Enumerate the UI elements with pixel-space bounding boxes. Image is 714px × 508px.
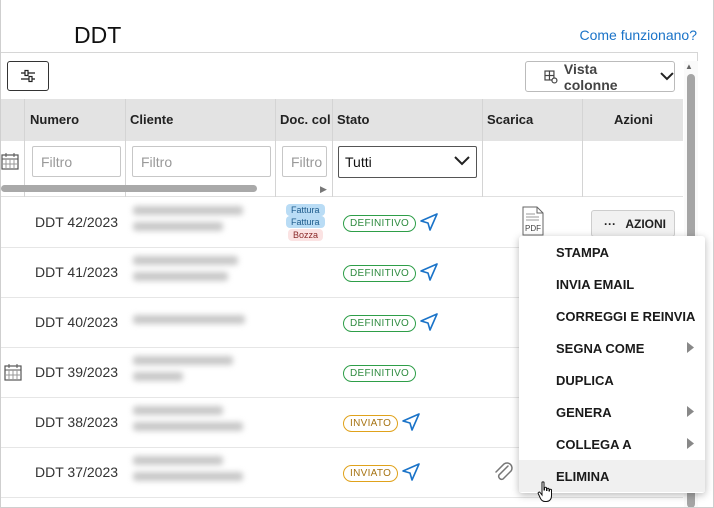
status-badge: INVIATO	[343, 415, 399, 432]
doc-tag[interactable]: Fattura	[286, 204, 325, 216]
send-icon[interactable]	[401, 412, 421, 432]
column-divider	[482, 99, 483, 197]
send-icon[interactable]	[419, 262, 439, 282]
row-numero[interactable]: DDT 40/2023	[35, 314, 118, 330]
chevron-right-icon	[687, 342, 694, 353]
chevron-down-icon	[454, 156, 470, 166]
send-icon[interactable]	[419, 212, 439, 232]
column-divider	[125, 99, 126, 197]
client-name-redacted	[133, 206, 251, 240]
scroll-right-arrow-icon[interactable]: ▶	[320, 184, 327, 195]
status-badge: DEFINITIVO	[343, 265, 417, 282]
columns-view-label: Vista colonne	[563, 60, 618, 93]
more-dots-icon: ···	[604, 217, 616, 231]
columns-view-button[interactable]: Vista colonne	[525, 60, 675, 93]
client-name-redacted	[133, 256, 251, 290]
help-link[interactable]: Come funzionano?	[579, 27, 697, 43]
calendar-icon[interactable]	[1, 152, 19, 170]
client-name-redacted	[133, 456, 251, 490]
header-stato[interactable]: Stato	[337, 112, 370, 127]
header-scarica: Scarica	[487, 112, 534, 127]
column-divider	[275, 99, 276, 197]
chevron-right-icon	[687, 438, 694, 449]
actions-button[interactable]: ··· AZIONI	[591, 210, 675, 237]
cliente-filter-input[interactable]: Filtro	[132, 146, 271, 177]
status-badge: DEFINITIVO	[343, 215, 417, 232]
chevron-down-icon	[660, 72, 674, 81]
row-numero[interactable]: DDT 42/2023	[35, 214, 118, 230]
client-name-redacted	[133, 406, 251, 440]
doc-filter-input[interactable]: Filtro	[282, 146, 327, 177]
menu-item-label: GENERA	[556, 405, 612, 420]
row-numero[interactable]: DDT 39/2023	[35, 364, 118, 380]
client-name-redacted	[133, 356, 251, 390]
row-numero[interactable]: DDT 38/2023	[35, 414, 118, 430]
actions-button-label: AZIONI	[625, 217, 667, 231]
status-badge: DEFINITIVO	[343, 315, 417, 332]
menu-item-collega-a[interactable]: COLLEGA A	[519, 428, 705, 460]
send-icon[interactable]	[419, 312, 439, 332]
row-numero[interactable]: DDT 41/2023	[35, 264, 118, 280]
sliders-icon	[21, 69, 35, 83]
table-row[interactable]	[1, 498, 683, 507]
scroll-up-arrow-icon[interactable]: ▲	[685, 62, 693, 71]
horizontal-scrollbar[interactable]	[1, 185, 257, 192]
client-name-redacted	[133, 306, 251, 340]
header-azioni: Azioni	[614, 112, 653, 127]
pdf-label: PDF	[525, 224, 541, 233]
send-icon[interactable]	[401, 462, 421, 482]
status-badge: INVIATO	[343, 465, 399, 482]
actions-dropdown-menu: STAMPA INVIA EMAIL CORREGGI E REINVIA SE…	[519, 236, 705, 493]
column-divider	[582, 99, 583, 197]
filter-toggle-button[interactable]	[7, 61, 49, 91]
menu-item-invia-email[interactable]: INVIA EMAIL	[519, 268, 705, 300]
paperclip-icon[interactable]	[494, 462, 514, 484]
numero-filter-input[interactable]: Filtro	[32, 146, 121, 177]
header-numero[interactable]: Numero	[30, 112, 79, 127]
menu-item-segna-come[interactable]: SEGNA COME	[519, 332, 705, 364]
row-numero[interactable]: DDT 37/2023	[35, 464, 118, 480]
column-divider	[332, 99, 333, 197]
menu-item-duplica[interactable]: DUPLICA	[519, 364, 705, 396]
menu-item-correggi-e-reinvia[interactable]: CORREGGI E REINVIA	[519, 300, 705, 332]
stato-filter-select[interactable]: Tutti	[338, 146, 477, 178]
table-header: Numero Cliente Doc. col Stato Scarica Az…	[1, 99, 683, 141]
status-badge: DEFINITIVO	[343, 365, 417, 382]
menu-item-stampa[interactable]: STAMPA	[519, 236, 705, 268]
hand-cursor-icon	[537, 481, 552, 502]
columns-icon	[544, 69, 558, 84]
pdf-download-icon[interactable]: PDF	[521, 206, 545, 236]
stato-filter-value: Tutti	[345, 154, 372, 170]
menu-item-label: COLLEGA A	[556, 437, 632, 452]
doc-tag[interactable]: Fattura	[286, 216, 325, 228]
menu-item-label: SEGNA COME	[556, 341, 645, 356]
app-frame: DDT Come funzionano? Vista colonne Numer…	[0, 0, 714, 508]
calendar-icon[interactable]	[4, 363, 22, 381]
chevron-right-icon	[687, 406, 694, 417]
header-doc-collegati[interactable]: Doc. col	[280, 112, 331, 127]
menu-item-genera[interactable]: GENERA	[519, 396, 705, 428]
column-divider	[24, 99, 25, 197]
page-title: DDT	[74, 22, 122, 48]
header-cliente[interactable]: Cliente	[130, 112, 173, 127]
doc-tag[interactable]: Bozza	[288, 229, 324, 241]
